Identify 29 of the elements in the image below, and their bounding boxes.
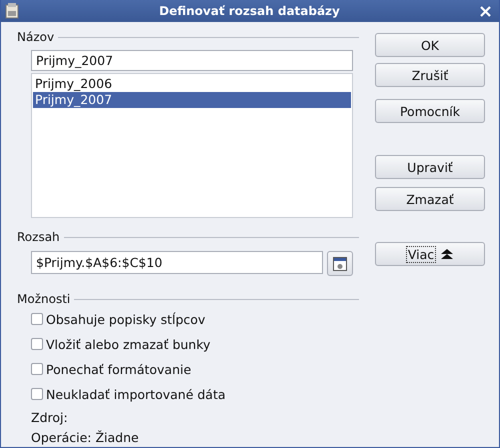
source-label: Zdroj: <box>31 410 69 425</box>
app-icon <box>5 3 19 19</box>
checkbox[interactable] <box>31 338 43 350</box>
list-item[interactable]: Prijmy_2006 <box>33 76 351 92</box>
dialog-button[interactable]: Pomocník <box>375 99 485 123</box>
checkbox[interactable] <box>31 363 43 375</box>
close-icon[interactable] <box>480 6 491 16</box>
dialog-button[interactable]: Upraviť <box>375 155 485 179</box>
checkbox-label: Neukladať importované dáta <box>46 386 226 402</box>
checkbox-label: Vložiť alebo zmazať bunky <box>46 336 210 352</box>
dialog-button[interactable]: Zrušiť <box>375 63 485 87</box>
checkbox-label: Obsahuje popisky stĺpcov <box>46 312 206 326</box>
operations-label: Operácie: Žiadne <box>31 430 140 445</box>
section-label: Rozsah <box>17 230 60 244</box>
section-label: Možnosti <box>17 292 70 306</box>
name-input[interactable]: Prijmy_2007 <box>31 50 353 71</box>
window-icon <box>333 256 347 270</box>
checkbox-label: Ponechať formátovanie <box>46 362 192 376</box>
dialog-button[interactable]: OK <box>375 33 485 57</box>
window-title: Definovať rozsah databázy <box>158 4 341 18</box>
checkbox[interactable] <box>31 388 43 400</box>
range-input[interactable]: $Prijmy.$A$6:$C$10 <box>31 251 323 274</box>
section-label: Názov <box>17 30 54 44</box>
more-button[interactable]: Viac <box>375 242 485 266</box>
checkbox[interactable] <box>31 313 43 325</box>
double-up-arrow-icon <box>441 248 454 260</box>
dialog-button[interactable]: Zmazať <box>375 187 485 211</box>
shrink-button[interactable] <box>327 251 353 276</box>
list-item[interactable]: Prijmy_2007 <box>33 92 351 108</box>
